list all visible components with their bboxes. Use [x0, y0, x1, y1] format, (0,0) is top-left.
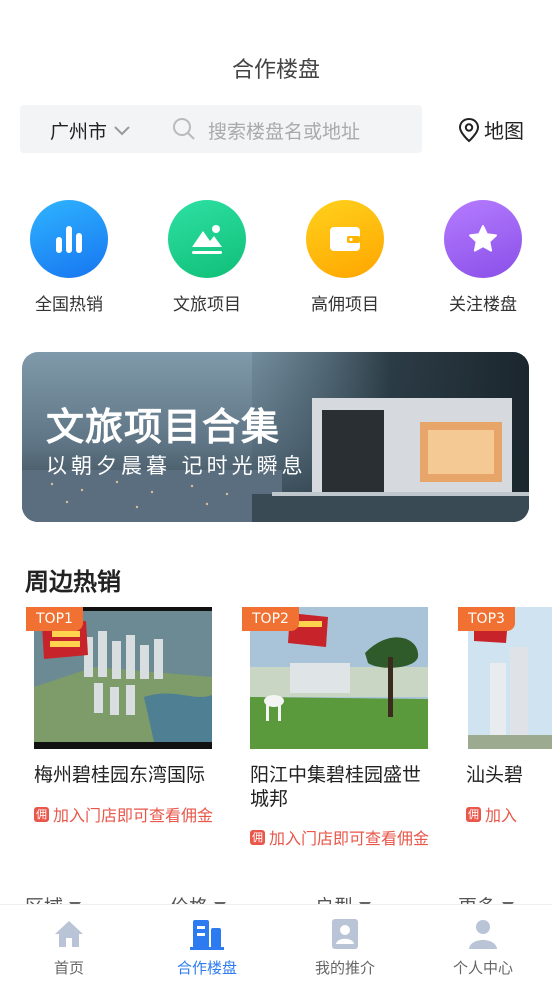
- quick-link-label: 全国热销: [35, 295, 103, 315]
- commission-icon: 佣: [466, 806, 481, 822]
- bottom-tab-bar: 首页 合作楼盘 我的推介 个人中心: [0, 904, 552, 981]
- property-name: 阳江中集碧桂园盛世城邦: [250, 764, 422, 810]
- wallet-icon: [306, 200, 384, 278]
- tab-my-referrals[interactable]: 我的推介: [276, 917, 414, 978]
- banner-subtitle: 以朝夕晨暮 记时光瞬息: [46, 454, 307, 478]
- commission-icon: 佣: [250, 829, 265, 845]
- bar-chart-icon: [30, 200, 108, 278]
- quick-link-label: 文旅项目: [173, 295, 241, 315]
- quick-link-cultural-tourism[interactable]: 文旅项目: [147, 200, 267, 315]
- landscape-icon: [168, 200, 246, 278]
- quick-link-high-commission[interactable]: 高佣项目: [285, 200, 405, 315]
- chevron-down-icon: [114, 125, 130, 135]
- rank-badge: TOP3: [458, 607, 515, 631]
- section-title: 周边热销: [25, 568, 121, 596]
- location-pin-icon: [458, 117, 480, 142]
- star-icon: [444, 200, 522, 278]
- commission-tip[interactable]: 佣 加入门店即可查看佣金: [34, 802, 224, 826]
- hot-property-list: TOP1 梅州碧桂园东湾国际 佣 加入门店即可查看佣金 TOP2 阳江中集碧桂园…: [0, 607, 552, 867]
- map-label: 地图: [484, 119, 524, 143]
- search-box[interactable]: 广州市 搜索楼盘名或地址: [20, 105, 422, 153]
- quick-link-label: 关注楼盘: [449, 295, 517, 315]
- promo-banner[interactable]: 文旅项目合集 以朝夕晨暮 记时光瞬息: [22, 352, 529, 522]
- quick-link-followed[interactable]: 关注楼盘: [423, 200, 543, 315]
- quick-link-label: 高佣项目: [311, 295, 379, 315]
- commission-tip-text: 加入门店即可查看佣金: [53, 806, 214, 825]
- tab-label: 合作楼盘: [176, 959, 237, 977]
- tab-label: 首页: [53, 959, 84, 977]
- user-icon: [414, 917, 552, 951]
- building-icon: [138, 917, 276, 951]
- city-label: 广州市: [50, 121, 108, 143]
- tab-personal-center[interactable]: 个人中心: [414, 917, 552, 978]
- tab-home[interactable]: 首页: [0, 917, 138, 978]
- tab-partner-properties[interactable]: 合作楼盘: [138, 917, 276, 978]
- commission-icon: 佣: [34, 806, 49, 822]
- page-title: 合作楼盘: [231, 58, 320, 83]
- tab-label: 个人中心: [452, 959, 513, 977]
- map-button[interactable]: 地图: [458, 115, 524, 144]
- profile-card-icon: [276, 917, 414, 951]
- rank-badge: TOP1: [26, 607, 83, 631]
- property-name: 梅州碧桂园东湾国际: [34, 764, 206, 786]
- home-icon: [0, 917, 138, 951]
- search-input[interactable]: 搜索楼盘名或地址: [208, 117, 360, 144]
- tab-label: 我的推介: [314, 959, 375, 977]
- search-icon: [173, 118, 195, 140]
- commission-tip[interactable]: 佣 加入: [466, 802, 517, 826]
- commission-tip-text: 加入: [485, 806, 518, 825]
- commission-tip-text: 加入门店即可查看佣金: [269, 829, 430, 848]
- property-name: 汕头碧: [466, 764, 524, 786]
- quick-links: 全国热销 文旅项目 高佣项目 关注楼盘: [0, 200, 552, 320]
- city-selector[interactable]: 广州市: [50, 117, 131, 144]
- rank-badge: TOP2: [242, 607, 299, 631]
- banner-title: 文旅项目合集: [46, 405, 281, 449]
- commission-tip[interactable]: 佣 加入门店即可查看佣金: [250, 825, 440, 849]
- quick-link-national-hot[interactable]: 全国热销: [9, 200, 129, 315]
- search-row: 广州市 搜索楼盘名或地址 地图: [20, 105, 532, 153]
